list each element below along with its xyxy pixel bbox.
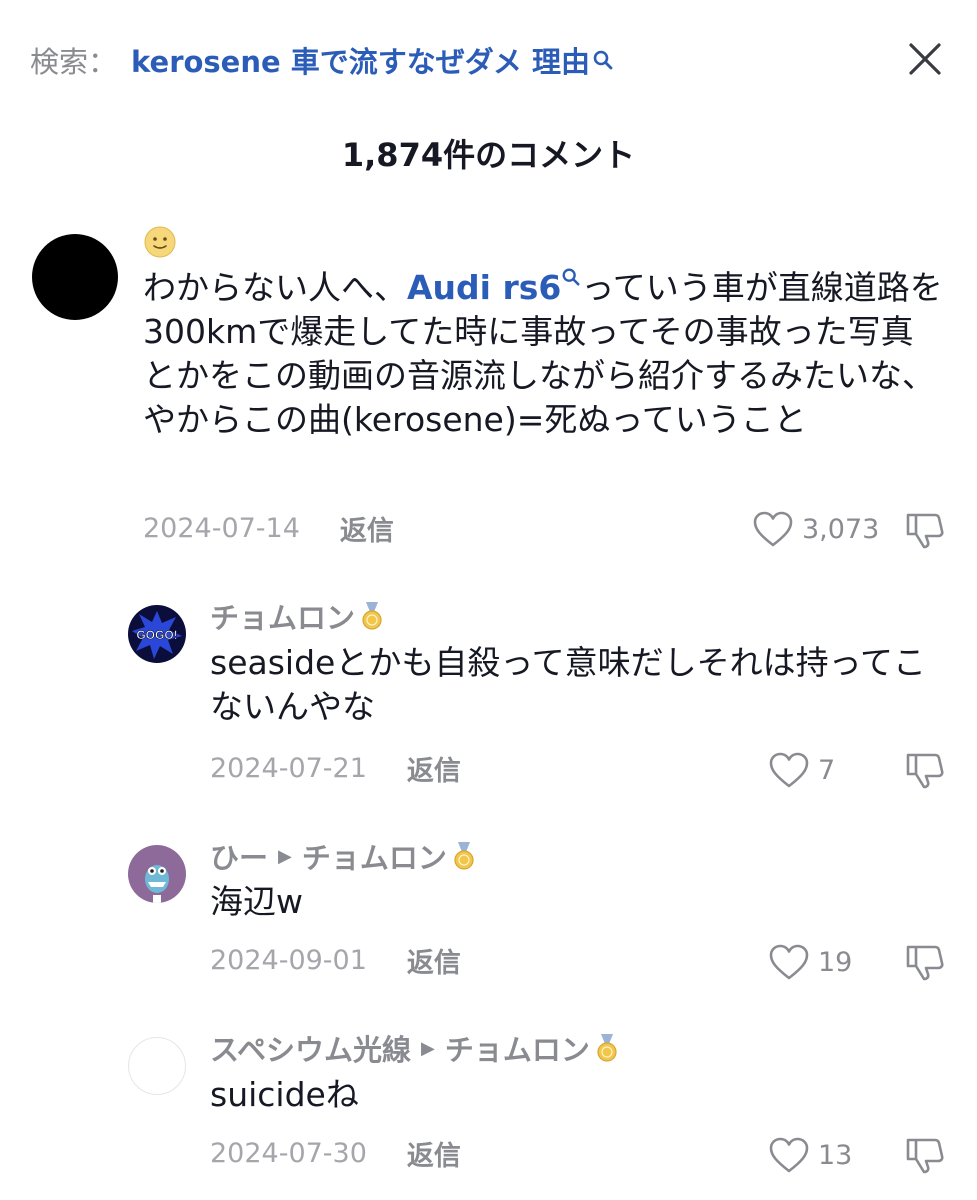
comment-date: 2024-07-14 <box>143 512 300 544</box>
reply-button[interactable]: 返信 <box>407 1134 461 1173</box>
heart-icon <box>769 944 809 980</box>
reply-to-arrow-icon: ▶ <box>420 1037 435 1059</box>
close-icon <box>909 43 941 75</box>
avatar[interactable] <box>32 234 118 320</box>
avatar[interactable] <box>128 845 186 903</box>
thumbs-down-icon <box>906 753 944 789</box>
thumbs-down-icon <box>906 945 944 981</box>
comment-date: 2024-09-01 <box>210 944 367 976</box>
heart-icon <box>769 1137 809 1173</box>
like-count: 19 <box>818 946 853 978</box>
avatar[interactable]: GOGO! <box>128 605 186 663</box>
like-count: 3,073 <box>802 513 880 545</box>
like-button[interactable]: 3,073 <box>752 509 879 549</box>
like-button[interactable]: 13 <box>768 1135 852 1175</box>
like-count: 13 <box>818 1139 853 1171</box>
search-icon <box>562 268 580 286</box>
medal-icon <box>454 842 474 870</box>
reply-to-arrow-icon: ▶ <box>278 845 292 867</box>
like-count: 7 <box>818 754 836 786</box>
search-query-link[interactable]: kerosene 車で流すなぜダメ 理由 <box>131 39 590 81</box>
dislike-button[interactable] <box>904 510 946 554</box>
smiley-emoji-icon <box>144 226 176 258</box>
search-suggestion-bar[interactable]: 検索： kerosene 車で流すなぜダメ 理由 <box>30 38 614 82</box>
dislike-button[interactable] <box>904 750 946 794</box>
author-name-emoji[interactable] <box>143 225 179 261</box>
like-button[interactable]: 19 <box>768 942 852 982</box>
medal-icon <box>597 1034 617 1062</box>
like-button[interactable]: 7 <box>768 750 835 790</box>
reply-to-name[interactable]: チョムロン <box>445 1027 590 1069</box>
gogo-avatar-icon: GOGO! <box>132 611 182 659</box>
reply-button[interactable]: 返信 <box>407 941 461 980</box>
reply-text: suicideね <box>210 1075 359 1114</box>
reply-to-name[interactable]: チョムロン <box>302 835 447 877</box>
avatar[interactable] <box>128 1037 186 1095</box>
dislike-button[interactable] <box>904 942 946 986</box>
monster-avatar-icon <box>145 865 169 903</box>
comment-text-before: わからない人へ、 <box>143 268 407 307</box>
search-keyword-link[interactable]: Audi rs6 <box>407 268 561 307</box>
reply-text: seasideとかも自殺って意味だしそれは持ってこないんやな <box>210 643 927 726</box>
dislike-button[interactable] <box>904 1135 946 1179</box>
heart-icon <box>769 752 809 788</box>
search-icon <box>593 50 613 70</box>
author-name[interactable]: チョムロン <box>210 595 355 637</box>
comment-date: 2024-07-30 <box>210 1137 367 1169</box>
heart-icon <box>753 511 793 547</box>
reply-button[interactable]: 返信 <box>407 749 461 788</box>
avatar-text: GOGO! <box>136 628 177 642</box>
comment-count-title: 1,874件のコメント <box>341 136 636 174</box>
author-name[interactable]: スペシウム光線 <box>210 1027 411 1069</box>
comment-date: 2024-07-21 <box>210 752 367 784</box>
reply-button[interactable]: 返信 <box>340 509 394 548</box>
author-name[interactable]: ひー <box>210 835 268 877</box>
close-button[interactable] <box>900 34 950 84</box>
thumbs-down-icon <box>906 1138 944 1174</box>
thumbs-down-icon <box>906 513 944 549</box>
search-prefix-label: 検索： <box>30 45 118 79</box>
medal-icon <box>362 602 382 630</box>
comment-text: わからない人へ、Audi rs6 っていう車が直線道路を300kmで爆走してた時に… <box>143 266 943 442</box>
reply-text: 海辺w <box>210 882 303 921</box>
